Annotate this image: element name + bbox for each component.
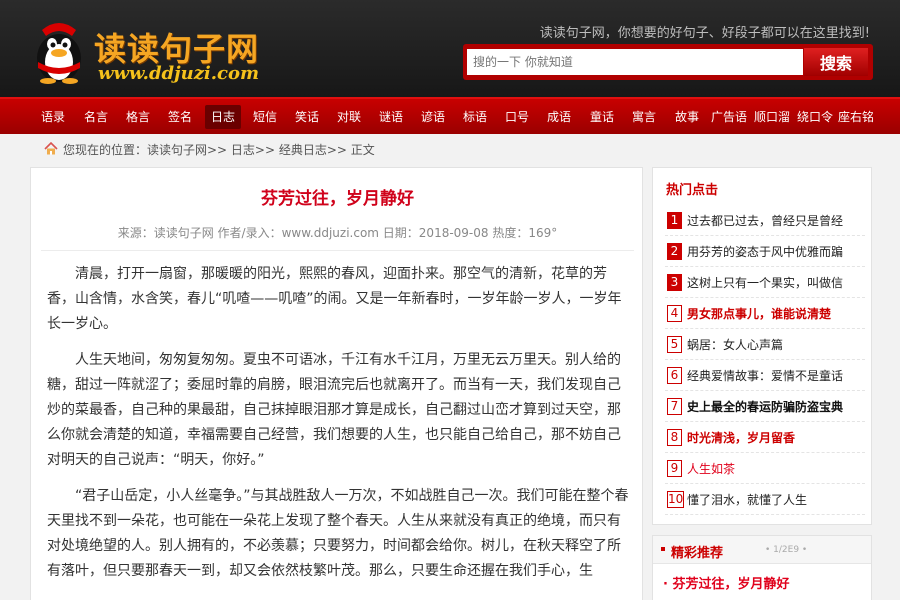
- list-item[interactable]: 6 经典爱情故事：爱情不是童话: [665, 360, 865, 391]
- nav-item-geyan[interactable]: 格言: [119, 105, 157, 129]
- hot-link[interactable]: 经典爱情故事：爱情不是童话: [687, 367, 843, 384]
- list-item[interactable]: 4 男女那点事儿，谁能说清楚: [665, 298, 865, 329]
- hot-link[interactable]: 时光清浅，岁月留香: [687, 429, 795, 446]
- list-item[interactable]: 7 史上最全的春运防骗防盗宝典: [665, 391, 865, 422]
- site-logo-url[interactable]: www.ddjuzi.com: [98, 63, 259, 84]
- hot-link[interactable]: 懂了泪水，就懂了人生: [687, 491, 807, 508]
- article-paragraph: 人生天地间，匆匆复匆匆。夏虫不可语冰，千江有水千江月，万里无云万里天。别人给的糖…: [47, 352, 621, 468]
- hot-link[interactable]: 男女那点事儿，谁能说清楚: [687, 305, 831, 322]
- nav-item-kouhao[interactable]: 口号: [498, 105, 536, 129]
- nav-item-chengyu[interactable]: 成语: [540, 105, 578, 129]
- article-panel: 芬芳过往，岁月静好 来源：读读句子网 作者/录入：www.ddjuzi.com …: [30, 167, 643, 600]
- list-item[interactable]: 5 蜗居：女人心声篇: [665, 329, 865, 360]
- rank-number: 10: [667, 491, 684, 508]
- search-button[interactable]: 搜索: [804, 48, 868, 76]
- rank-number: 1: [667, 212, 682, 229]
- nav-item-duilian[interactable]: 对联: [330, 105, 368, 129]
- nav-item-qianming[interactable]: 签名: [161, 105, 199, 129]
- hot-clicks-panel: 热门点击 1 过去都已过去，曾经只是曾经 2 用芬芳的姿态于风中优雅而蹁 3 这…: [652, 167, 872, 525]
- rank-number: 3: [667, 274, 682, 291]
- article-paragraph: “君子山岳定，小人丝毫争。”与其战胜敌人一万次，不如战胜自己一次。我们可能在整个…: [47, 488, 629, 579]
- list-item[interactable]: 3 这树上只有一个果实，叫做信: [665, 267, 865, 298]
- list-item[interactable]: 1 过去都已过去，曾经只是曾经: [665, 205, 865, 236]
- rank-number: 2: [667, 243, 682, 260]
- nav-item-yuyan[interactable]: 寓言: [625, 105, 663, 129]
- nav-item-guanggaoyu[interactable]: 广告语: [709, 105, 749, 129]
- hot-link[interactable]: 这树上只有一个果实，叫做信: [687, 274, 843, 291]
- nav-item-yulu[interactable]: 语录: [34, 105, 72, 129]
- divider: [41, 250, 634, 251]
- article-body: 清晨，打开一扇窗，那暖暖的阳光，熙熙的春风，迎面扑来。那空气的清新，花草的芳香，…: [47, 262, 630, 595]
- nav-item-shunkouliu[interactable]: 顺口溜: [752, 105, 792, 129]
- list-item[interactable]: 8 时光清浅，岁月留香: [665, 422, 865, 453]
- nav-item-rizhi[interactable]: 日志: [205, 105, 241, 129]
- recommend-header: 精彩推荐 • 1/2E9 •: [653, 536, 871, 564]
- rank-number: 8: [667, 429, 682, 446]
- hot-clicks-list: 1 过去都已过去，曾经只是曾经 2 用芬芳的姿态于风中优雅而蹁 3 这树上只有一…: [665, 205, 865, 515]
- rank-number: 6: [667, 367, 682, 384]
- list-item[interactable]: 10 懂了泪水，就懂了人生: [665, 484, 865, 515]
- search-input[interactable]: [467, 49, 803, 75]
- article-paragraph: 清晨，打开一扇窗，那暖暖的阳光，熙熙的春风，迎面扑来。那空气的清新，花草的芳香，…: [47, 266, 622, 332]
- nav-item-mingyan[interactable]: 名言: [77, 105, 115, 129]
- rank-number: 5: [667, 336, 682, 353]
- nav-item-yanyu[interactable]: 谚语: [414, 105, 452, 129]
- breadcrumb-path[interactable]: 您现在的位置：读读句子网>> 日志>> 经典日志>> 正文: [63, 141, 375, 158]
- list-item[interactable]: 9 人生如茶: [665, 453, 865, 484]
- list-item[interactable]: 2 用芬芳的姿态于风中优雅而蹁: [665, 236, 865, 267]
- nav-item-tonghua[interactable]: 童话: [583, 105, 621, 129]
- article-meta: 来源：读读句子网 作者/录入：www.ddjuzi.com 日期：2018-09…: [117, 226, 558, 240]
- rank-number: 9: [667, 460, 682, 477]
- rank-number: 4: [667, 305, 682, 322]
- recommend-title: 精彩推荐: [671, 546, 724, 561]
- bullet-icon: [661, 547, 665, 551]
- nav-item-xiaohua[interactable]: 笑话: [288, 105, 326, 129]
- penguin-logo-icon[interactable]: [28, 18, 90, 84]
- hot-link[interactable]: 过去都已过去，曾经只是曾经: [687, 212, 843, 229]
- nav-item-gushi[interactable]: 故事: [668, 105, 706, 129]
- main-nav: 语录 名言 格言 签名 日志 短信 笑话 对联 谜语 谚语 标语 口号 成语 童…: [0, 97, 900, 134]
- recommend-panel: 精彩推荐 • 1/2E9 • · 芬芳过往，岁月静好: [652, 535, 872, 600]
- recommend-link[interactable]: · 芬芳过往，岁月静好: [663, 573, 789, 592]
- home-icon[interactable]: [44, 142, 58, 155]
- site-header: 读读句子网 www.ddjuzi.com 读读句子网，你想要的好句子、好段子都可…: [0, 0, 900, 97]
- hot-link[interactable]: 人生如茶: [687, 460, 735, 477]
- nav-item-duanxin[interactable]: 短信: [246, 105, 284, 129]
- hot-link[interactable]: 史上最全的春运防骗防盗宝典: [687, 398, 843, 415]
- nav-item-miyu[interactable]: 谜语: [372, 105, 410, 129]
- recommend-pager[interactable]: • 1/2E9 •: [765, 545, 807, 555]
- hot-link[interactable]: 用芬芳的姿态于风中优雅而蹁: [687, 243, 843, 260]
- hot-link[interactable]: 蜗居：女人心声篇: [687, 336, 783, 353]
- site-slogan: 读读句子网，你想要的好句子、好段子都可以在这里找到!: [539, 26, 870, 41]
- search-bar: 搜索: [463, 44, 873, 80]
- nav-item-biaoyu[interactable]: 标语: [456, 105, 494, 129]
- nav-item-zuoyouming[interactable]: 座右铭: [836, 105, 876, 129]
- article-title: 芬芳过往，岁月静好: [261, 189, 414, 209]
- hot-clicks-title: 热门点击: [666, 183, 719, 198]
- rank-number: 7: [667, 398, 682, 415]
- nav-item-raokouling[interactable]: 绕口令: [795, 105, 835, 129]
